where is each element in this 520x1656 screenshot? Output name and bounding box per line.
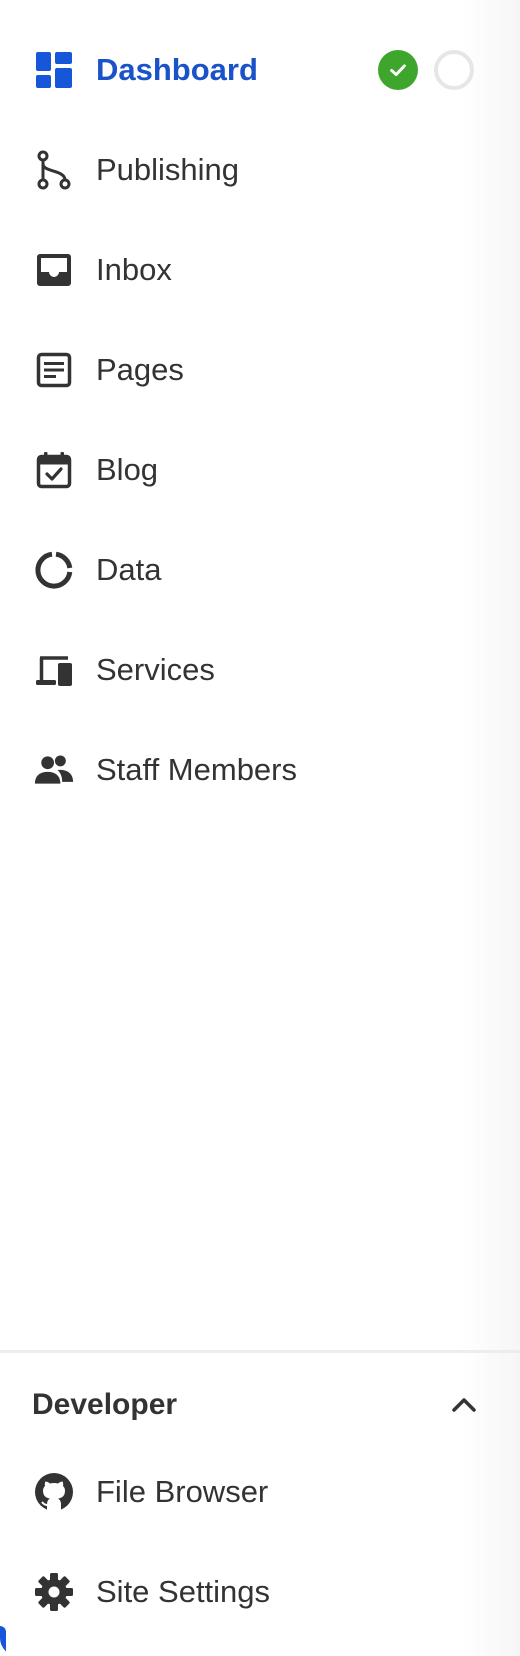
sidebar: Dashboard Publishing Inbox Pages Blog Da… [0,0,520,1656]
inbox-icon [34,250,74,290]
developer-nav: File Browser Site Settings [0,1442,520,1642]
nav-item-dashboard[interactable]: Dashboard [0,20,520,120]
developer-section-toggle[interactable]: Developer [0,1355,520,1455]
nav-item-staff-members[interactable]: Staff Members [0,720,520,820]
branch-icon [34,150,74,190]
nav-item-blog[interactable]: Blog [0,420,520,520]
donut-chart-icon [34,550,74,590]
devices-icon [34,650,74,690]
nav-item-site-settings[interactable]: Site Settings [0,1542,520,1642]
chevron-up-icon [446,1387,482,1423]
nav-item-file-browser[interactable]: File Browser [0,1442,520,1542]
nav-label-dashboard: Dashboard [96,52,258,87]
nav-label-data: Data [96,552,162,587]
dashboard-status [378,50,474,90]
developer-section-title: Developer [32,1388,178,1421]
nav-item-services[interactable]: Services [0,620,520,720]
gear-icon [34,1572,74,1612]
dashboard-grid-icon [34,50,74,90]
nav-label-publishing: Publishing [96,152,240,187]
nav-item-inbox[interactable]: Inbox [0,220,520,320]
nav-label-services: Services [96,652,215,687]
page-icon [34,350,74,390]
nav-label-blog: Blog [96,452,159,487]
users-icon [34,750,74,790]
nav-label-inbox: Inbox [96,252,172,287]
nav-label-staff-members: Staff Members [96,752,298,787]
accent-edge [0,1626,6,1656]
nav-label-site-settings: Site Settings [96,1574,271,1609]
nav-item-publishing[interactable]: Publishing [0,120,520,220]
empty-circle-icon [434,50,474,90]
nav-item-pages[interactable]: Pages [0,320,520,420]
github-icon [34,1472,74,1512]
nav-item-data[interactable]: Data [0,520,520,620]
section-divider [0,1350,520,1353]
check-circle-icon [378,50,418,90]
calendar-check-icon [34,450,74,490]
nav-label-pages: Pages [96,352,184,387]
main-nav: Dashboard Publishing Inbox Pages Blog Da… [0,20,520,820]
nav-label-file-browser: File Browser [96,1474,269,1509]
